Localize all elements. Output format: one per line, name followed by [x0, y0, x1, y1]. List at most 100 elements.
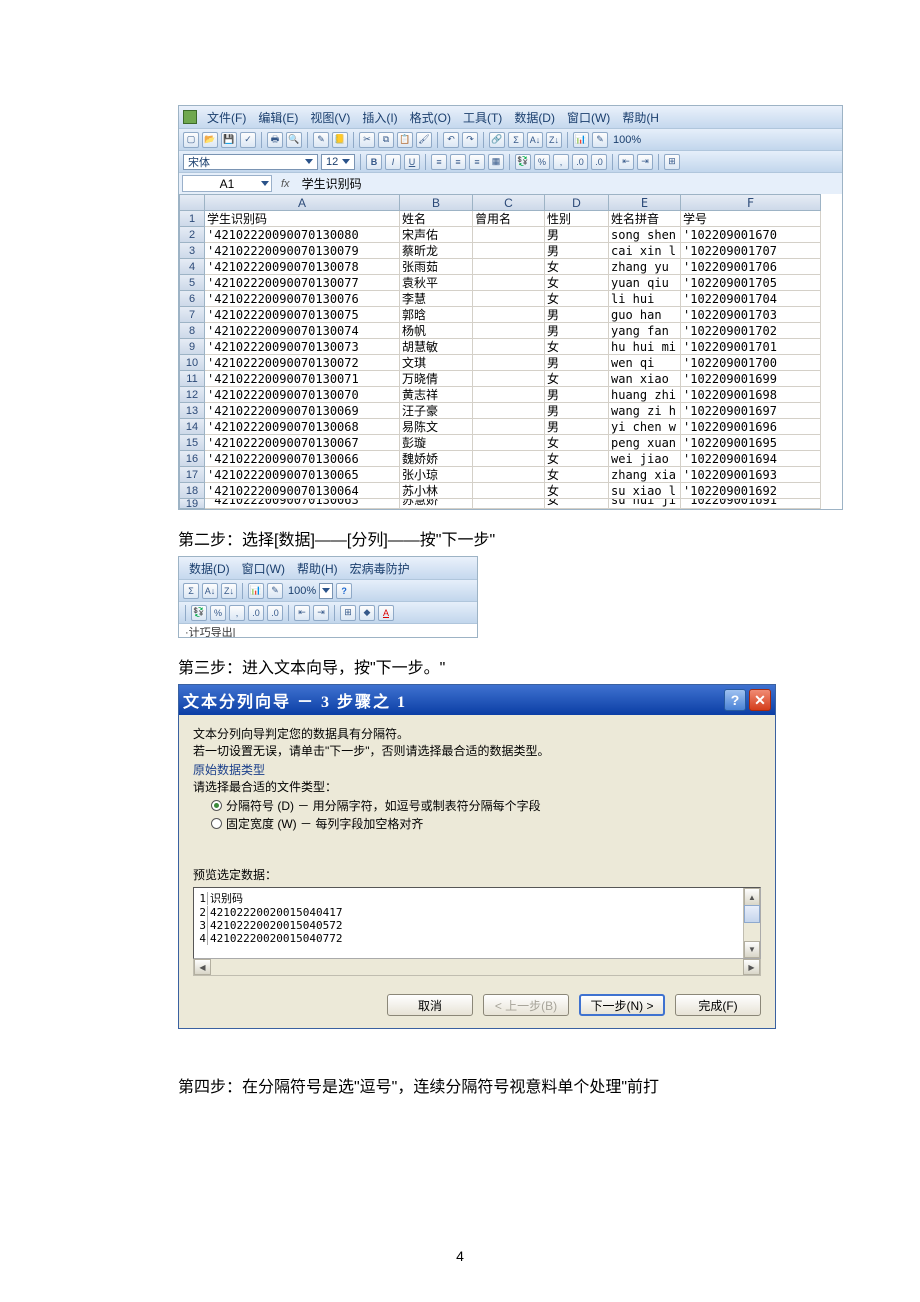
cell[interactable]: 女	[545, 371, 609, 387]
close-icon[interactable]: ✕	[749, 689, 771, 711]
table-row[interactable]: '42102220090070130069汪子豪男wang zi h'10220…	[205, 403, 842, 419]
cell[interactable]: 女	[545, 435, 609, 451]
table-row[interactable]: '42102220090070130063苏慧娇女su hui ji'10220…	[205, 499, 842, 509]
cell[interactable]	[473, 435, 545, 451]
cell[interactable]: '42102220090070130070	[205, 387, 400, 403]
cell[interactable]: song shen	[609, 227, 681, 243]
italic-icon[interactable]: I	[385, 154, 401, 170]
cell[interactable]: 胡慧敏	[400, 339, 473, 355]
table-row[interactable]: '42102220090070130065张小琼女zhang xia'10220…	[205, 467, 842, 483]
font-size-select[interactable]: 12	[321, 154, 355, 170]
table-row[interactable]: '42102220090070130071万晓倩女wan xiao'102209…	[205, 371, 842, 387]
cell[interactable]	[473, 227, 545, 243]
cell[interactable]: '42102220090070130079	[205, 243, 400, 259]
row-header[interactable]: 1	[179, 211, 205, 227]
cell[interactable]: 男	[545, 419, 609, 435]
cell[interactable]: 男	[545, 227, 609, 243]
cell[interactable]: '42102220090070130069	[205, 403, 400, 419]
cell[interactable]: huang zhi	[609, 387, 681, 403]
radio-icon[interactable]	[211, 818, 222, 829]
cell[interactable]	[473, 291, 545, 307]
menu-insert[interactable]: 插入(I)	[356, 109, 403, 126]
worksheet-grid[interactable]: 1 2 3 4 5 6 7 8 9 10 11 12 13 14 15 16 1…	[179, 194, 842, 509]
cell[interactable]: '102209001700	[681, 355, 821, 371]
inc-decimal-icon[interactable]: .0	[248, 605, 264, 621]
table-row[interactable]: '42102220090070130072文琪男wen qi'102209001…	[205, 355, 842, 371]
cancel-button[interactable]: 取消	[387, 994, 473, 1016]
menu-window[interactable]: 窗口(W)	[561, 109, 616, 126]
scroll-down-icon[interactable]: ▼	[744, 941, 760, 958]
cut-icon[interactable]: ✂	[359, 132, 375, 148]
autosum-icon[interactable]: Σ	[508, 132, 524, 148]
row-header[interactable]: 8	[179, 323, 205, 339]
cell[interactable]: '42102220090070130071	[205, 371, 400, 387]
percent-icon[interactable]: %	[210, 605, 226, 621]
cell[interactable]: zhang yu	[609, 259, 681, 275]
table-row[interactable]: '42102220090070130067彭璇女peng xuan'102209…	[205, 435, 842, 451]
menu-tools[interactable]: 工具(T)	[457, 109, 508, 126]
cell[interactable]: 曾用名	[473, 211, 545, 227]
cell[interactable]: 姓名拼音	[609, 211, 681, 227]
table-row[interactable]: '42102220090070130075郭晗男guo han'10220900…	[205, 307, 842, 323]
menu-help[interactable]: 帮助(H	[616, 109, 665, 126]
cell[interactable]: 杨帆	[400, 323, 473, 339]
cell[interactable]: 女	[545, 275, 609, 291]
cell[interactable]: 学生识别码	[205, 211, 400, 227]
chart-icon[interactable]: 📊	[573, 132, 589, 148]
inc-indent-icon[interactable]: ⇥	[637, 154, 653, 170]
cell[interactable]: '102209001702	[681, 323, 821, 339]
cell[interactable]: 男	[545, 323, 609, 339]
cell[interactable]	[473, 275, 545, 291]
dec-decimal-icon[interactable]: .0	[267, 605, 283, 621]
cell[interactable]: '42102220090070130064	[205, 483, 400, 499]
cell[interactable]	[473, 355, 545, 371]
cell[interactable]: 蔡昕龙	[400, 243, 473, 259]
comma-icon[interactable]: ,	[553, 154, 569, 170]
cell[interactable]: su hui ji	[609, 499, 681, 509]
radio-delimited[interactable]: 分隔符号 (D) － 用分隔字符，如逗号或制表符分隔每个字段	[211, 797, 761, 814]
cell[interactable]: 宋声佑	[400, 227, 473, 243]
align-left-icon[interactable]: ≡	[431, 154, 447, 170]
cell[interactable]	[473, 259, 545, 275]
cell[interactable]: '102209001693	[681, 467, 821, 483]
sort-asc-icon[interactable]: A↓	[202, 583, 218, 599]
new-icon[interactable]: ▢	[183, 132, 199, 148]
menu-window[interactable]: 窗口(W)	[236, 560, 291, 577]
cell[interactable]: 女	[545, 259, 609, 275]
cell[interactable]: '42102220090070130066	[205, 451, 400, 467]
percent-icon[interactable]: %	[534, 154, 550, 170]
scroll-up-icon[interactable]: ▲	[744, 888, 760, 905]
table-row[interactable]: '42102220090070130074杨帆男yang fan'1022090…	[205, 323, 842, 339]
menu-view[interactable]: 视图(V)	[304, 109, 356, 126]
table-row[interactable]: '42102220090070130078张雨茹女zhang yu'102209…	[205, 259, 842, 275]
research-icon[interactable]: 📒	[332, 132, 348, 148]
borders-icon[interactable]: ⊞	[340, 605, 356, 621]
cell[interactable]	[473, 243, 545, 259]
row-header[interactable]: 6	[179, 291, 205, 307]
cell[interactable]: '42102220090070130065	[205, 467, 400, 483]
cell[interactable]: '102209001704	[681, 291, 821, 307]
row-header[interactable]: 7	[179, 307, 205, 323]
table-row[interactable]: 学生识别码 姓名 曾用名 性别 姓名拼音 学号	[205, 211, 842, 227]
preview-vscroll[interactable]: ▲ ▼	[743, 888, 760, 958]
underline-icon[interactable]: U	[404, 154, 420, 170]
cell[interactable]: 汪子豪	[400, 403, 473, 419]
name-box[interactable]: A1	[182, 175, 272, 192]
merge-center-icon[interactable]: ▦	[488, 154, 504, 170]
undo-icon[interactable]: ↶	[443, 132, 459, 148]
cell[interactable]: '42102220090070130073	[205, 339, 400, 355]
preview-icon[interactable]: 🔍	[286, 132, 302, 148]
row-header[interactable]: 14	[179, 419, 205, 435]
cell[interactable]	[473, 323, 545, 339]
spelling-icon[interactable]: ✎	[313, 132, 329, 148]
col-header[interactable]: C	[473, 194, 545, 211]
row-header[interactable]: 9	[179, 339, 205, 355]
col-header[interactable]: E	[609, 194, 681, 211]
menu-data[interactable]: 数据(D)	[508, 109, 561, 126]
cell[interactable]: zhang xia	[609, 467, 681, 483]
cell[interactable]: 学号	[681, 211, 821, 227]
borders-icon[interactable]: ⊞	[664, 154, 680, 170]
autosum-icon[interactable]: Σ	[183, 583, 199, 599]
align-center-icon[interactable]: ≡	[450, 154, 466, 170]
cell[interactable]: 男	[545, 307, 609, 323]
